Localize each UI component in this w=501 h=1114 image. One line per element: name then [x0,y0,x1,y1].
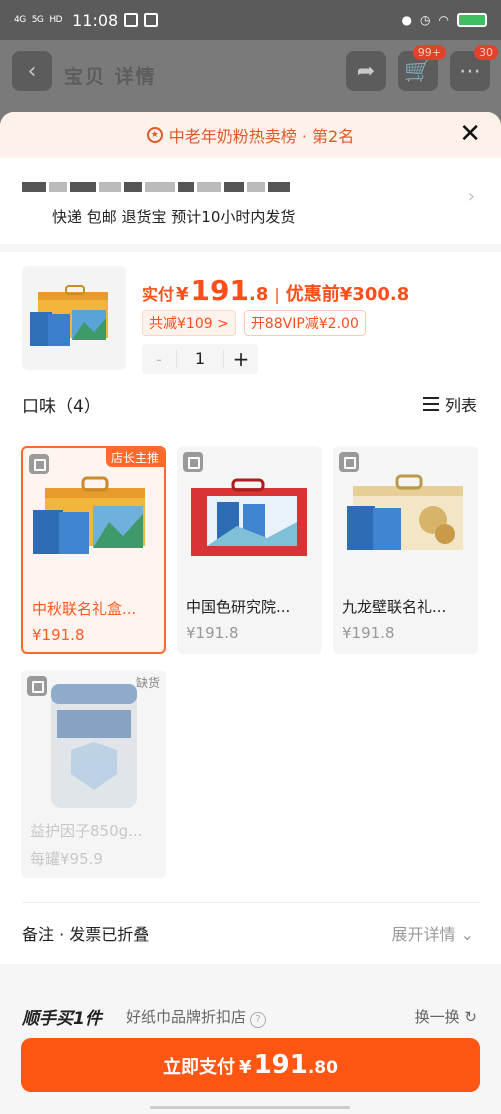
ranking-text: 中老年奶粉热卖榜 · 第2名 [168,127,355,146]
product-summary: 实付 ¥ 191 .8 | 优惠前 ¥300.8 共减¥109 > 开88VIP… [0,252,501,382]
clock: 11:08 [72,10,119,30]
zoom-icon[interactable] [183,452,203,472]
pay-currency: ¥ [239,1057,252,1078]
message-badge: 30 [474,45,498,60]
flavor-name: 中秋联名礼盒... [32,600,137,618]
zoom-icon[interactable] [339,452,359,472]
chevron-right-icon: › [467,186,475,207]
remark-row[interactable]: 备注 · 发票已折叠 展开详情 ⌄ [22,902,480,958]
quantity-stepper: - 1 + [142,344,258,374]
expand-details[interactable]: 展开详情 ⌄ [391,921,474,945]
zoom-icon[interactable] [27,676,47,696]
currency: ¥ [176,284,189,305]
signal-icon-2: 5G [31,15,44,25]
discount-tag[interactable]: 共减¥109 > [142,310,236,336]
switch-button[interactable]: 换一换 ↻ [415,1006,477,1027]
purchase-sheet: ★ 中老年奶粉热卖榜 · 第2名 ✕ 快递 包邮 退货宝 预计10小时内发货 ›… [0,112,501,1114]
flavor-card[interactable]: 中国色研究院... ¥191.8 [177,446,322,654]
addon-store: 好纸巾品牌折扣店? [126,1006,267,1028]
increment-button[interactable]: + [224,347,258,371]
alarm-icon: ◷ [420,13,431,27]
price-separator: | [274,285,280,304]
pay-amount-integer: 191 [253,1050,308,1080]
battery-icon [457,13,487,27]
expand-label: 展开详情 [391,925,456,944]
pay-button[interactable]: 立即支付 ¥ 191 .80 [21,1038,480,1092]
refresh-icon: ↻ [464,1008,477,1026]
status-bar: 4G 5G HD 11:08 ● ◷ ◠ [0,0,501,40]
before-label: 优惠前 [285,284,340,305]
product-thumbnail[interactable] [22,266,126,370]
flavor-price: ¥191.8 [32,626,85,644]
flavor-header: 口味（4） 列表 [0,382,501,426]
shipping-info: 快递 包邮 退货宝 预计10小时内发货 [52,208,296,226]
list-label: 列表 [444,396,477,415]
cart-badge: 99+ [412,45,446,60]
signal-icon: 4G [14,15,26,25]
pay-label: 立即支付 [163,1057,236,1078]
cart-icon: 🛒 99+ [398,45,446,91]
medal-icon: ★ [146,127,163,143]
price-row: 实付 ¥ 191 .8 | 优惠前 ¥300.8 [142,274,409,307]
zoom-icon[interactable] [29,454,49,474]
before-price: ¥300.8 [339,284,410,305]
flavor-price: ¥191.8 [186,624,239,642]
price-integer: 191 [190,274,249,307]
back-icon: ‹ [12,51,52,91]
flavor-card[interactable]: 店长主推 中秋联名礼盒... ¥191.8 [21,446,166,654]
remark-label: 备注 · 发票已折叠 [22,925,150,944]
app-notification-icon-2 [144,13,159,27]
chevron-down-icon: ⌄ [460,925,474,944]
paid-label: 实付 [142,285,175,304]
share-icon: ➦ [346,51,386,91]
store-name: 好纸巾品牌折扣店 [126,1008,247,1026]
hd-icon: HD [49,15,63,25]
flavor-name: 中国色研究院... [186,598,291,616]
background-header: ‹ 宝贝 详情 ➦ 🛒 99+ ⋯ 30 [0,40,501,112]
flavor-name: 益护因子850g... [30,822,143,840]
addon-title: 顺手买1件 [22,1009,102,1029]
decrement-button[interactable]: - [142,350,176,369]
discount-tags: 共减¥109 > 开88VIP减¥2.00 [142,310,366,336]
flavor-card[interactable]: 九龙壁联名礼... ¥191.8 [333,446,478,654]
flavor-price: 每罐¥95.9 [30,850,103,868]
list-icon [422,396,439,412]
close-icon[interactable]: ✕ [459,121,481,147]
flavor-name: 九龙壁联名礼... [342,598,447,616]
list-view-toggle[interactable]: 列表 [422,392,477,416]
pay-amount-decimal: .80 [307,1058,338,1078]
flavor-card[interactable]: 缺货 益护因子850g... 每罐¥95.9 [21,670,166,878]
divider [0,244,501,252]
switch-label: 换一换 [414,1008,460,1026]
quantity-value[interactable]: 1 [176,350,224,368]
more-icon: ⋯ 30 [450,45,498,91]
ranking-banner[interactable]: ★ 中老年奶粉热卖榜 · 第2名 ✕ [0,112,501,158]
background-title: 宝贝 详情 [64,66,157,88]
flavor-ribbon: 店长主推 [105,448,164,467]
flavor-price: ¥191.8 [342,624,395,642]
address-row[interactable]: 快递 包邮 退货宝 预计10小时内发货 › [0,158,501,244]
out-of-stock-badge: 缺货 [135,676,160,690]
flavor-title: 口味（4） [22,397,101,417]
home-indicator[interactable] [150,1106,350,1109]
help-icon[interactable]: ? [250,1012,267,1028]
wifi-icon: ◠ [438,13,449,27]
divider [0,964,501,974]
vip-tag[interactable]: 开88VIP减¥2.00 [243,310,366,336]
app-notification-icon [124,13,139,27]
addon-section: 顺手买1件 好纸巾品牌折扣店? 换一换 ↻ 立即支付 ¥ 191 .80 [0,974,501,1114]
price-decimal: .8 [249,284,269,305]
masked-address [22,174,479,200]
location-icon: ● [401,13,413,27]
